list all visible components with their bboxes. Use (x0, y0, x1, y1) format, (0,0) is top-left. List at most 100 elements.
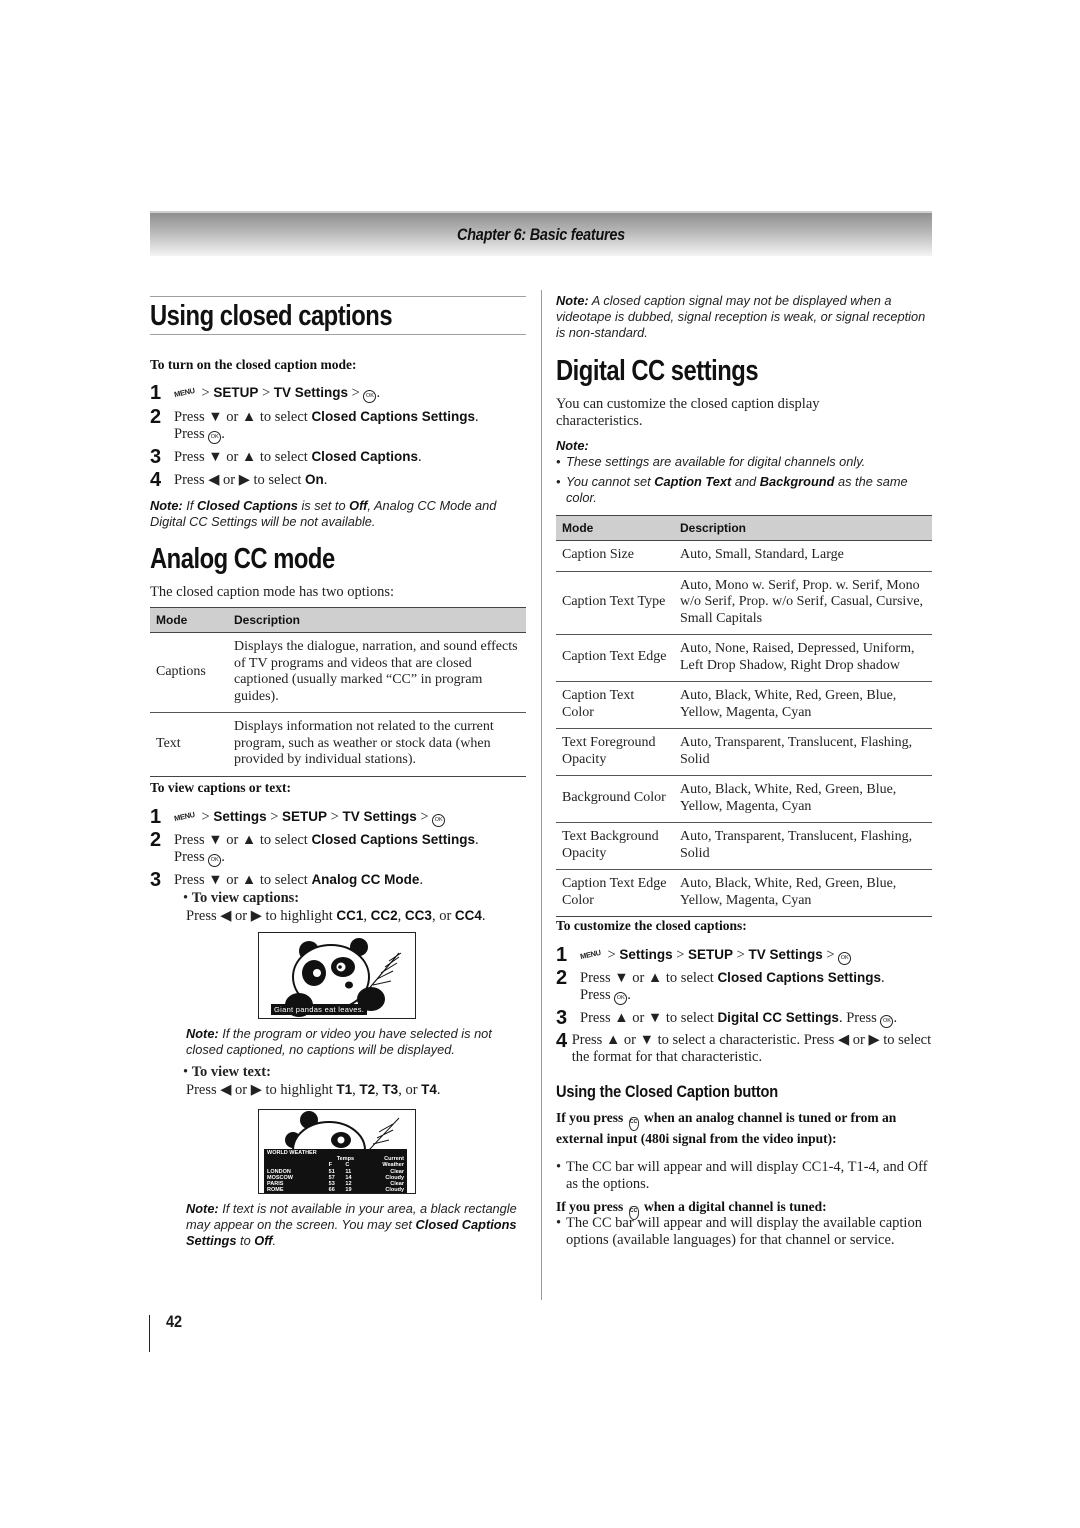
step-text: . (323, 472, 328, 488)
note-text: These settings are available for digital… (566, 454, 866, 469)
menu-analog-cc-mode: Analog CC Mode (311, 872, 420, 887)
label-text: If you press (556, 1199, 627, 1214)
option-cc2: CC2 (370, 908, 398, 923)
weather-f: 65 (329, 1193, 346, 1194)
table-row: Caption Size Auto, Small, Standard, Large (556, 540, 932, 572)
option-t4: T4 (421, 1082, 437, 1097)
step-text: Press ▼ or ▲ to select (580, 970, 718, 986)
step-number: 4 (150, 469, 162, 491)
mode-cell: Text Background Opacity (556, 822, 674, 870)
heading-rule-bottom (150, 334, 526, 335)
heading-using-closed-captions: Using closed captions (150, 300, 393, 332)
table-row: Text Foreground Opacity Auto, Transparent… (556, 728, 932, 776)
step-number: 1 (556, 944, 568, 966)
step-text: . (419, 872, 424, 888)
ok-button-icon: OK (614, 992, 628, 1005)
menu-tv-settings: TV Settings (273, 385, 349, 400)
separator: > (416, 809, 433, 825)
note-bold: Background (759, 474, 835, 489)
mode-cell: Caption Text Edge (556, 634, 674, 682)
step-text: Press ▼ or ▲ to select (174, 872, 312, 888)
step-text: Press ◀ or ▶ to highlight (186, 1082, 337, 1098)
digital-cc-table: Mode Description Caption Size Auto, Small… (556, 515, 932, 917)
ok-button-icon: OK (208, 431, 222, 444)
digital-note: Note: • These settings are available for … (556, 438, 934, 506)
heading-digital-cc-settings: Digital CC settings (556, 355, 759, 387)
signal-note: Note: A closed caption signal may not be… (556, 293, 934, 341)
menu-button-icon: MENU (173, 809, 196, 824)
period: . (221, 426, 225, 442)
view-step-2: 2 Press ▼ or ▲ to select Closed Captions… (150, 829, 528, 867)
separator: > (197, 809, 214, 825)
description-cell: Auto, Black, White, Red, Green, Blue, Ye… (674, 775, 932, 823)
sub-label: To view text: (191, 1064, 271, 1080)
note-bold: Caption Text (654, 474, 732, 489)
menu-setup: SETUP (688, 947, 734, 962)
comma: , or (431, 908, 455, 924)
step-number: 2 (150, 829, 162, 851)
description-cell: Auto, Mono w. Serif, Prop. w. Serif, Mon… (674, 571, 932, 635)
menu-tv-settings: TV Settings (342, 809, 417, 824)
column-header-description: Description (674, 515, 932, 541)
table-row: Caption Text Type Auto, Mono w. Serif, Pr… (556, 571, 932, 635)
column-divider (541, 290, 542, 1300)
note-text: and (731, 474, 760, 489)
weather-weather: Rain (362, 1193, 404, 1194)
option-cc4: CC4 (454, 908, 482, 923)
customize-step-1: 1 MENU > Settings > SETUP > TV Settings … (556, 944, 852, 966)
turn-on-step-2: 2 Press ▼ or ▲ to select Closed Captions… (150, 407, 528, 444)
customize-step-3: 3 Press ▲ or ▼ to select Digital CC Sett… (556, 1008, 936, 1028)
menu-settings: Settings (619, 947, 673, 962)
separator: > (672, 947, 689, 963)
description-cell: Auto, Transparent, Translucent, Flashing… (674, 728, 932, 776)
description-cell: Displays information not related to the … (228, 712, 526, 777)
step-number: 4 (556, 1030, 568, 1052)
step-text: . (417, 449, 422, 465)
customize-step-4: 4 Press ▲ or ▼ to select a characteristi… (556, 1030, 934, 1066)
menu-closed-captions: Closed Captions (311, 449, 418, 464)
heading-closed-caption-button: Using the Closed Caption button (556, 1082, 779, 1101)
weather-city: TOKYO (267, 1193, 329, 1194)
step-text: . (880, 970, 885, 986)
option-t3: T3 (382, 1082, 399, 1097)
ok-button-icon: OK (838, 952, 852, 965)
menu-closed-captions-settings: Closed Captions Settings (311, 832, 475, 847)
caption-note: Note: If the program or video you have s… (186, 1026, 532, 1058)
step-number: 1 (150, 806, 162, 828)
table-row: Caption Text Edge Auto, None, Raised, Dep… (556, 634, 932, 682)
note-label: Note: (186, 1026, 219, 1041)
caption-example-image: Giant pandas eat leaves. (258, 932, 416, 1019)
caption-text-strip: Giant pandas eat leaves. (271, 1004, 368, 1015)
description-cell: Auto, Small, Standard, Large (674, 540, 932, 572)
turn-on-note: Note: If Closed Captions is set to Off, … (150, 498, 528, 530)
note-text: is set to (297, 498, 350, 513)
period: . (221, 849, 225, 865)
view-step-1: 1 MENU > Settings > SETUP > TV Settings … (150, 806, 446, 828)
table-row: Text Background Opacity Auto, Transparent… (556, 822, 932, 870)
heading-analog-cc-mode: Analog CC mode (150, 543, 335, 575)
step-number: 3 (150, 446, 162, 468)
option-t1: T1 (336, 1082, 353, 1097)
note-label: Note: (556, 438, 589, 453)
period: . (436, 1082, 441, 1098)
table-row: Captions Displays the dialogue, narratio… (150, 632, 526, 713)
turn-on-label: To turn on the closed caption mode: (150, 357, 357, 372)
column-header-mode: Mode (556, 515, 674, 541)
note-bold: Off (254, 1233, 273, 1248)
period: . (627, 987, 631, 1003)
option-cc1: CC1 (336, 908, 364, 923)
step-number: 2 (556, 967, 568, 989)
page-number: 42 (166, 1312, 183, 1331)
description-cell: Auto, None, Raised, Depressed, Uniform, … (674, 634, 932, 682)
step-number: 1 (150, 382, 162, 404)
column-header-description: Description (228, 607, 526, 633)
digital-cc-bullet: • The CC bar will appear and will display… (556, 1215, 934, 1249)
turn-on-step-4: 4 Press ◀ or ▶ to select On. (150, 469, 328, 491)
step-text: Press ▼ or ▲ to select (174, 832, 312, 848)
analog-cc-bullet: • The CC bar will appear and will display… (556, 1159, 934, 1193)
view-step-3: 3 Press ▼ or ▲ to select Analog CC Mode. (150, 869, 528, 891)
note-text: If the program or video you have selecte… (186, 1026, 492, 1057)
step-number: 3 (150, 869, 162, 891)
label-text: when a digital channel is tuned: (640, 1199, 827, 1214)
weather-row: TOKYO6518Rain (267, 1193, 404, 1194)
